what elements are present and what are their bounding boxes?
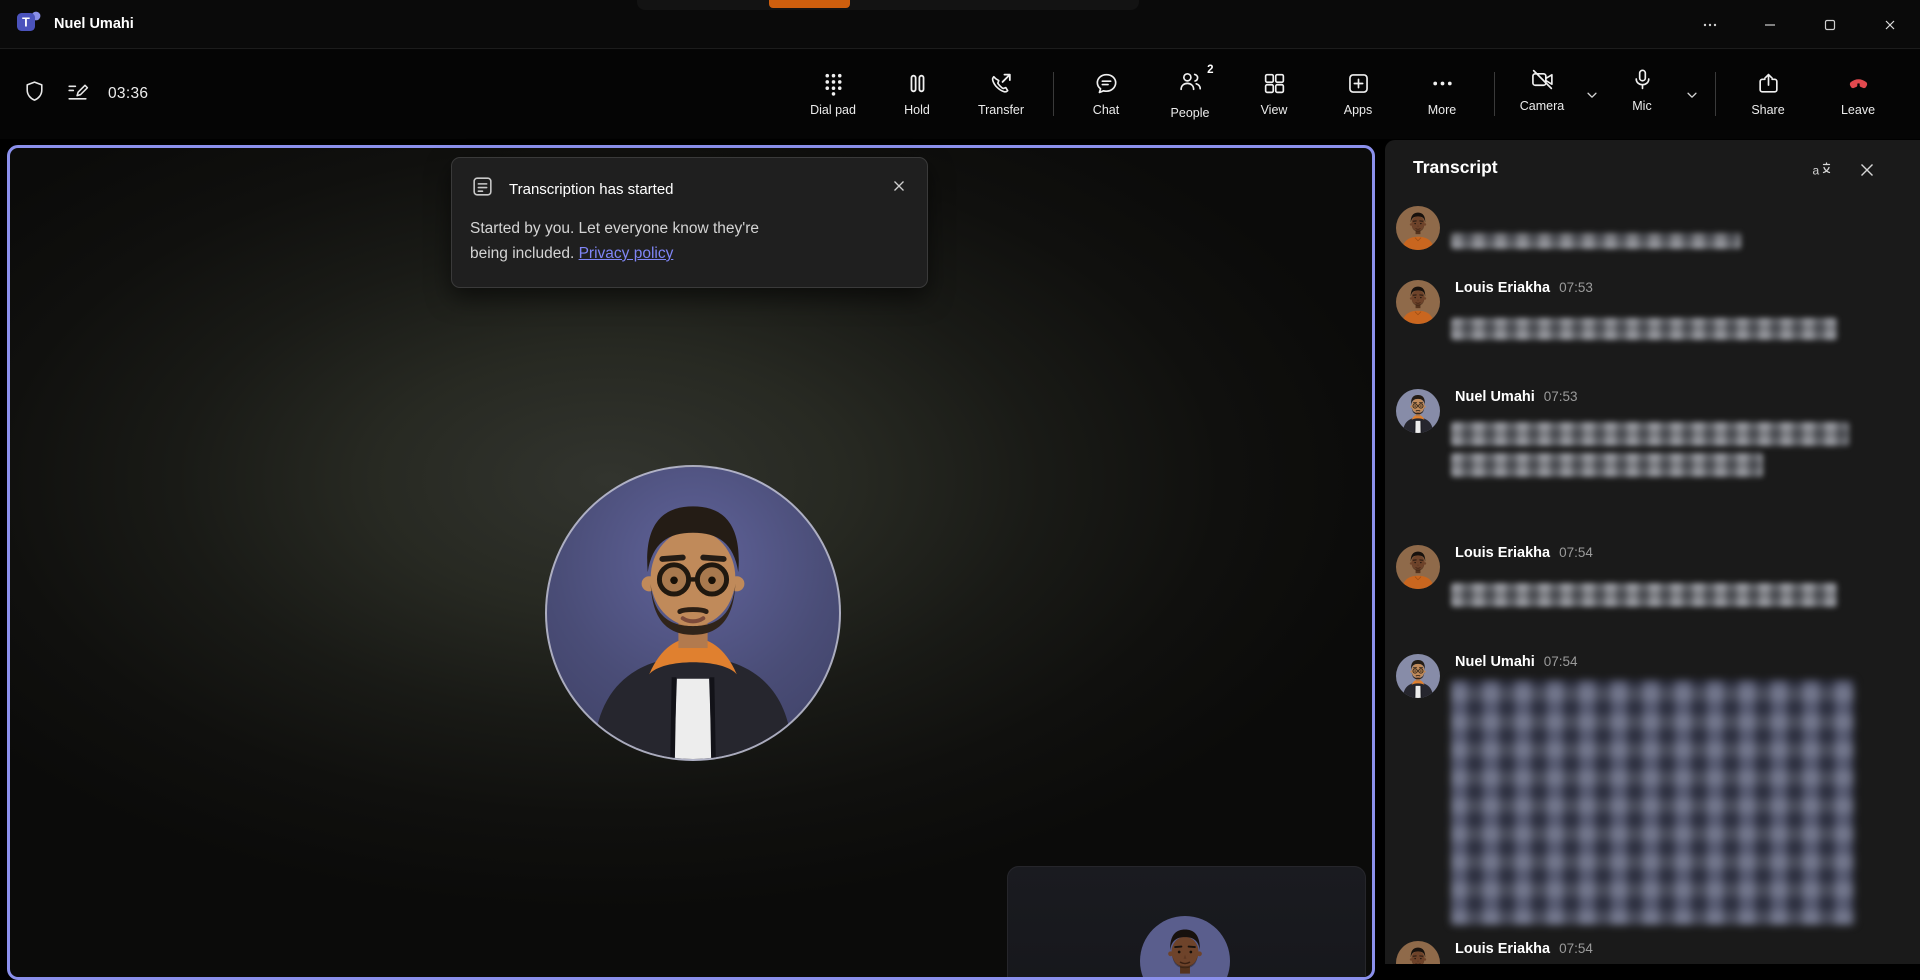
close-window-button[interactable] [1860, 0, 1920, 49]
camera-button[interactable]: Camera [1505, 63, 1579, 117]
avatar [1396, 389, 1440, 433]
svg-text:T: T [22, 15, 30, 29]
titlebar-more-button[interactable] [1680, 0, 1740, 49]
mic-icon [1630, 67, 1655, 92]
camera-off-icon [1530, 67, 1555, 92]
avatar [1396, 654, 1440, 698]
self-view-pip-tile[interactable] [1007, 866, 1366, 980]
timestamp: 07:53 [1544, 389, 1578, 404]
dial-pad-button[interactable]: Dial pad [791, 67, 875, 121]
transcript-panel: Transcript a Louis Eriakha 07:53 [1385, 140, 1920, 964]
transfer-call-icon [989, 71, 1014, 96]
svg-text:a: a [1813, 164, 1820, 178]
timestamp: 07:54 [1559, 941, 1593, 956]
privacy-policy-link[interactable]: Privacy policy [579, 245, 674, 262]
self-view-avatar [1140, 916, 1230, 980]
minimize-button[interactable] [1740, 0, 1800, 49]
avatar [1396, 206, 1440, 250]
call-health-shield-icon[interactable] [22, 79, 47, 109]
speaker-name: Nuel Umahi [1455, 389, 1535, 405]
toast-title: Transcription has started [509, 181, 674, 198]
dial-pad-icon [821, 71, 846, 96]
chevron-down-icon [1585, 88, 1599, 102]
toolbar-divider [1053, 72, 1054, 116]
meeting-notes-icon[interactable] [65, 79, 90, 109]
chat-button[interactable]: Chat [1064, 67, 1148, 121]
share-screen-icon [1756, 71, 1781, 96]
redacted-text [1451, 318, 1837, 340]
transcript-header: Transcript a [1385, 140, 1920, 198]
minimize-icon [1762, 17, 1778, 33]
toast-close-button[interactable] [883, 170, 915, 202]
toolbar-divider [1715, 72, 1716, 116]
transcript-close-button[interactable] [1852, 155, 1882, 185]
people-count-badge: 2 [1207, 64, 1213, 76]
view-button[interactable]: View [1232, 67, 1316, 121]
chat-icon [1094, 71, 1119, 96]
apps-icon [1346, 71, 1371, 96]
transcript-title: Transcript [1413, 157, 1498, 178]
close-icon [891, 178, 907, 194]
avatar [1396, 545, 1440, 589]
toolbar-divider [1494, 72, 1495, 116]
maximize-icon [1822, 17, 1838, 33]
mic-button[interactable]: Mic [1605, 63, 1679, 117]
timestamp: 07:54 [1559, 545, 1593, 560]
call-toolbar: 03:36 Dial pad Hold Transfer [0, 49, 1920, 139]
camera-options-chevron[interactable] [1579, 65, 1605, 125]
teams-logo-icon: T [16, 9, 42, 40]
people-button[interactable]: 2 People [1148, 65, 1232, 124]
people-icon [1178, 69, 1203, 94]
maximize-button[interactable] [1800, 0, 1860, 49]
more-ellipsis-icon [1430, 71, 1455, 96]
screenshare-toolbar-pill [637, 0, 1139, 10]
timestamp: 07:53 [1559, 280, 1593, 295]
transcription-toast: Transcription has started Started by you… [451, 157, 928, 288]
apps-button[interactable]: Apps [1316, 67, 1400, 121]
gallery-view-icon [1262, 71, 1287, 96]
speaker-name: Louis Eriakha [1455, 941, 1550, 957]
participant-avatar [545, 465, 841, 761]
hold-icon [905, 71, 930, 96]
redacted-text [1451, 233, 1741, 249]
transcript-doc-icon [470, 174, 495, 204]
close-icon [1882, 17, 1898, 33]
toast-body: Started by you. Let everyone know they'r… [470, 216, 900, 266]
mic-options-chevron[interactable] [1679, 65, 1705, 125]
translate-icon: a [1811, 160, 1831, 180]
speaker-name: Nuel Umahi [1455, 654, 1535, 670]
chevron-down-icon [1685, 88, 1699, 102]
titlebar: T Nuel Umahi [0, 0, 1920, 49]
hang-up-icon [1846, 71, 1871, 96]
redacted-text-block [1451, 680, 1855, 925]
screenshare-indicator-tab[interactable] [769, 0, 850, 8]
avatar [1396, 280, 1440, 324]
window-title: Nuel Umahi [54, 16, 134, 32]
redacted-text [1451, 453, 1763, 477]
share-button[interactable]: Share [1726, 67, 1810, 121]
timestamp: 07:54 [1544, 654, 1578, 669]
ellipsis-icon [1702, 17, 1718, 33]
hold-button[interactable]: Hold [875, 67, 959, 121]
leave-button[interactable]: Leave [1810, 67, 1906, 121]
speaker-name: Louis Eriakha [1455, 280, 1550, 296]
translate-language-button[interactable]: a [1806, 155, 1836, 185]
close-icon [1857, 160, 1877, 180]
call-timer: 03:36 [108, 85, 148, 103]
transfer-button[interactable]: Transfer [959, 67, 1043, 121]
more-button[interactable]: More [1400, 67, 1484, 121]
speaker-name: Louis Eriakha [1455, 545, 1550, 561]
avatar [1396, 941, 1440, 964]
redacted-text [1451, 583, 1837, 607]
redacted-text [1451, 422, 1849, 446]
